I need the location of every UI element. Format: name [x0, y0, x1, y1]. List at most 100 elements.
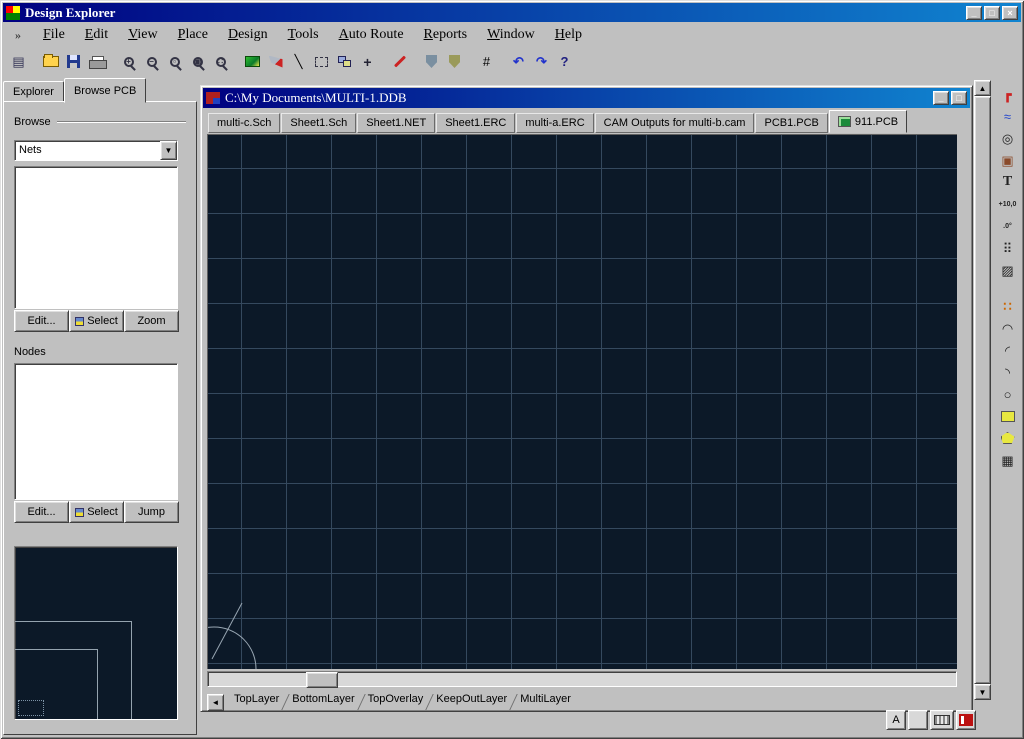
tab-explorer[interactable]: Explorer: [3, 81, 64, 102]
menu-file[interactable]: File: [33, 24, 75, 46]
menu-reports[interactable]: Reports: [414, 24, 478, 46]
wand-button[interactable]: [388, 51, 411, 72]
bitmap-button[interactable]: [241, 51, 264, 72]
dropdown-button[interactable]: ▼: [160, 141, 177, 160]
full-circle-button[interactable]: ○: [996, 385, 1020, 403]
paste-special-button[interactable]: ⠿: [996, 239, 1020, 257]
redo-button[interactable]: ↷: [530, 51, 553, 72]
nodes-listbox[interactable]: [14, 363, 178, 500]
arc-any-angle-button[interactable]: ◝: [996, 363, 1020, 381]
menu-place[interactable]: Place: [168, 24, 218, 46]
menu-view[interactable]: View: [118, 24, 168, 46]
select-area-button[interactable]: [310, 51, 333, 72]
menu-design[interactable]: Design: [218, 24, 278, 46]
scroll-up-button[interactable]: ▲: [974, 80, 991, 96]
nets-listbox[interactable]: [14, 166, 178, 309]
drc-online-button[interactable]: [420, 51, 443, 72]
open-document-button[interactable]: [39, 51, 62, 72]
place-coordinate-button[interactable]: +10,0: [996, 195, 1020, 213]
place-via-button[interactable]: ◎: [996, 129, 1020, 147]
undo-button[interactable]: ↶: [507, 51, 530, 72]
nodes-select-button[interactable]: Select: [69, 501, 124, 523]
doc-tab-sheet1-sch[interactable]: Sheet1.Sch: [281, 113, 356, 133]
document-icon: [206, 92, 220, 104]
editor-vertical-scrollbar[interactable]: ▲ ▼: [974, 80, 991, 702]
vertical-scroll-thumb[interactable]: [974, 96, 991, 684]
browse-mode-select[interactable]: Nets ▼: [14, 140, 178, 161]
coordinate-icon: +10,0: [999, 201, 1017, 208]
board-preview-pane[interactable]: [14, 546, 178, 720]
grid-button[interactable]: #: [475, 51, 498, 72]
save-button[interactable]: [62, 51, 85, 72]
layer-tab-bottomlayer[interactable]: BottomLayer: [286, 691, 360, 712]
blank-status-button[interactable]: [908, 710, 928, 730]
scroll-down-button[interactable]: ▼: [974, 684, 991, 700]
nodes-jump-button[interactable]: Jump: [124, 501, 179, 523]
layer-tab-toplayer[interactable]: TopLayer: [228, 691, 285, 712]
menu-window[interactable]: Window: [477, 24, 545, 46]
place-fill-hatch-button[interactable]: ▨: [996, 261, 1020, 279]
menu-auto-route[interactable]: Auto Route: [329, 24, 414, 46]
cutter-button[interactable]: [264, 51, 287, 72]
layer-tab-multilayer[interactable]: MultiLayer: [514, 691, 577, 712]
doc-tab-multi-a-erc[interactable]: multi-a.ERC: [516, 113, 593, 133]
nets-edit-button[interactable]: Edit...: [14, 310, 69, 332]
drc-batch-button[interactable]: [443, 51, 466, 72]
room-array-icon: ▦: [1001, 454, 1013, 467]
place-pad-button[interactable]: ▣: [996, 151, 1020, 169]
pcb-editor-canvas[interactable]: [207, 134, 957, 669]
doc-tab-pcb1-pcb[interactable]: PCB1.PCB: [755, 113, 827, 133]
interactive-route-button[interactable]: ┏: [996, 85, 1020, 103]
zoom-document-button[interactable]: ▣: [186, 51, 209, 72]
place-polygon-button[interactable]: [996, 429, 1020, 447]
move-selection-button[interactable]: [333, 51, 356, 72]
layer-tab-topoverlay[interactable]: TopOverlay: [362, 691, 430, 712]
close-button[interactable]: ×: [1002, 6, 1018, 20]
zoom-window-button[interactable]: ▫: [163, 51, 186, 72]
arc-center-button[interactable]: ◠: [996, 319, 1020, 337]
place-fill-button[interactable]: [996, 407, 1020, 425]
arc-edge-button[interactable]: ◜: [996, 341, 1020, 359]
zoom-out-button[interactable]: −: [140, 51, 163, 72]
minimize-button[interactable]: _: [966, 6, 982, 20]
print-button[interactable]: [85, 51, 108, 72]
menu-edit[interactable]: Edit: [75, 24, 118, 46]
line-tool-button[interactable]: ╲: [287, 51, 310, 72]
library-book-button[interactable]: [956, 710, 976, 730]
layer-scroll-left-button[interactable]: ◄: [207, 694, 224, 711]
tab-browse-pcb[interactable]: Browse PCB: [64, 78, 146, 103]
doc-tab-cam-outputs[interactable]: CAM Outputs for multi-b.cam: [595, 113, 755, 133]
keyboard-panel-button[interactable]: [930, 710, 954, 730]
doc-minimize-button[interactable]: _: [933, 91, 949, 105]
doc-tab-sheet1-net[interactable]: Sheet1.NET: [357, 113, 435, 133]
dimension-icon: .0°: [1003, 223, 1012, 230]
nets-zoom-button[interactable]: Zoom: [124, 310, 179, 332]
toggle-panels-button[interactable]: ▤: [7, 51, 30, 72]
menu-tools[interactable]: Tools: [278, 24, 329, 46]
doc-tab-sheet1-erc[interactable]: Sheet1.ERC: [436, 113, 515, 133]
zoom-selection-button[interactable]: ∷: [209, 51, 232, 72]
doc-tab-911-pcb[interactable]: 911.PCB: [829, 110, 907, 133]
nets-button-row: Edit... Select Zoom: [14, 310, 179, 332]
doc-tab-multi-c-sch[interactable]: multi-c.Sch: [208, 113, 280, 133]
nodes-edit-button[interactable]: Edit...: [14, 501, 69, 523]
nets-select-button[interactable]: Select: [69, 310, 124, 332]
menu-overflow-icon[interactable]: »: [3, 28, 33, 43]
menu-help[interactable]: Help: [545, 24, 592, 46]
place-dimension-button[interactable]: .0°: [996, 217, 1020, 235]
editor-horizontal-scrollbar[interactable]: [207, 671, 957, 687]
wave-icon: ≈: [1004, 110, 1011, 123]
doc-maximize-button[interactable]: □: [951, 91, 967, 105]
layer-tab-keepoutlayer[interactable]: KeepOutLayer: [430, 691, 513, 712]
place-string-button[interactable]: T: [996, 173, 1020, 191]
annotation-mode-button[interactable]: A: [886, 710, 906, 730]
place-room-button[interactable]: ▦: [996, 451, 1020, 469]
help-button[interactable]: ?: [553, 51, 576, 72]
place-track-button[interactable]: ≈: [996, 107, 1020, 125]
cross-probe-button[interactable]: +: [356, 51, 379, 72]
horizontal-scroll-thumb[interactable]: [306, 672, 338, 688]
split-plane-button[interactable]: ∷: [996, 297, 1020, 315]
zoom-in-button[interactable]: +: [117, 51, 140, 72]
maximize-button[interactable]: □: [984, 6, 1000, 20]
zoom-document-icon: ▣: [193, 57, 203, 67]
